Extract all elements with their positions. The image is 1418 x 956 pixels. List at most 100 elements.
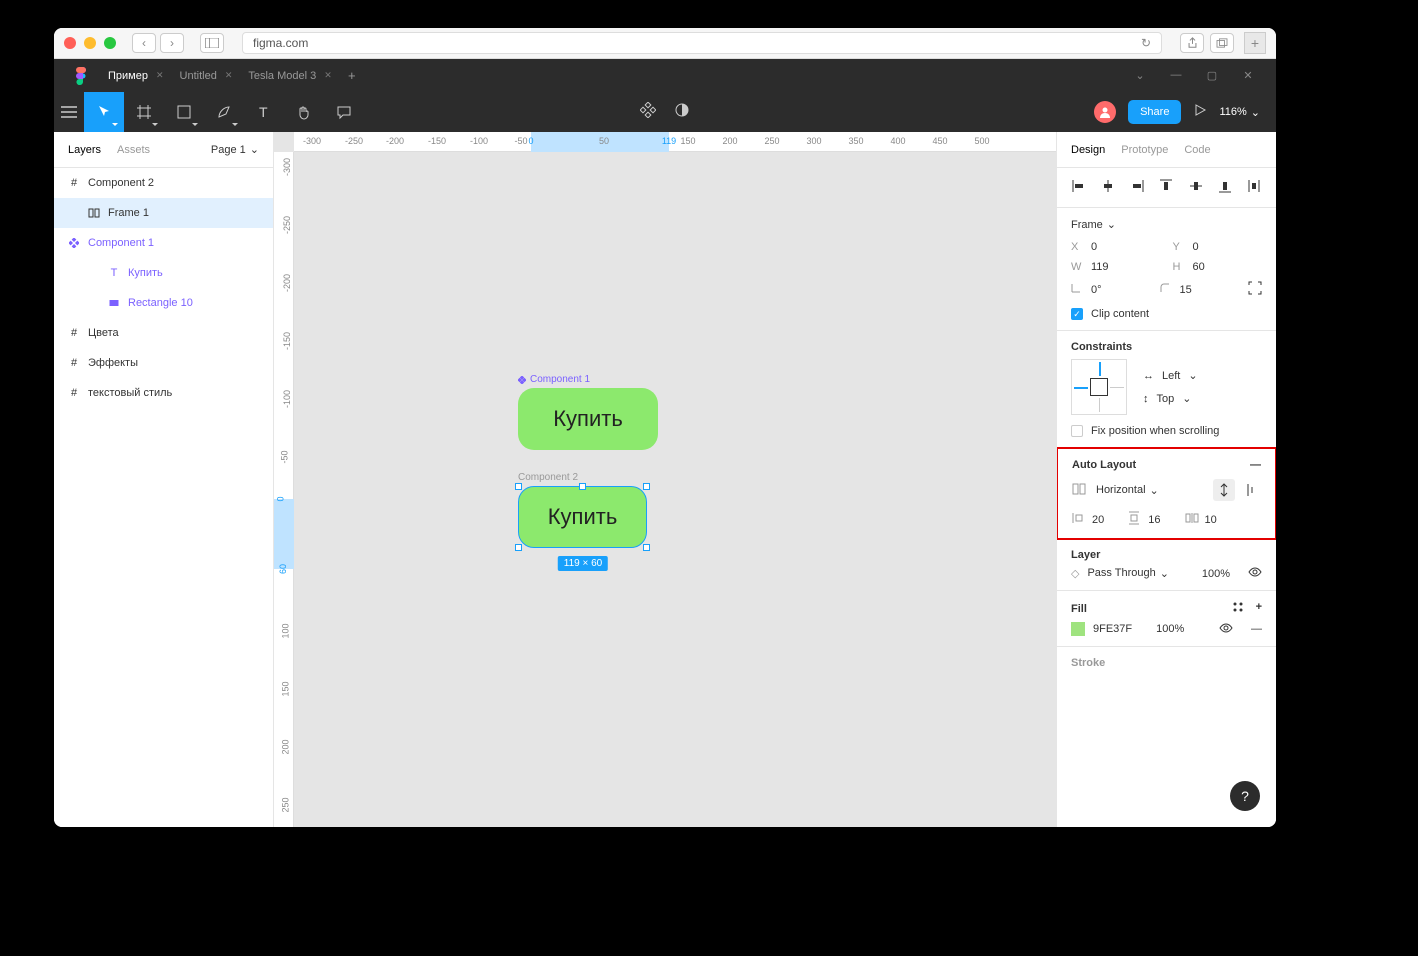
forward-button[interactable]: › xyxy=(160,33,184,53)
canvas-button-1[interactable]: Купить xyxy=(518,388,658,450)
canvas-label-component2[interactable]: Component 2 xyxy=(518,472,578,483)
layer-colors[interactable]: #Цвета xyxy=(54,318,273,348)
h-input[interactable]: 60 xyxy=(1193,261,1205,273)
main-area: Layers Assets Page 1⌄ #Component 2 Frame… xyxy=(54,132,1276,827)
figma-logo-icon[interactable] xyxy=(72,67,90,85)
canvas[interactable]: -300 -250 -200 -150 -100 -50 50 150 200 … xyxy=(274,132,1056,827)
close-icon[interactable]: ✕ xyxy=(156,70,164,81)
canvas-button-2-selected[interactable]: Купить xyxy=(518,486,647,548)
padding-v-input[interactable]: 16 xyxy=(1148,514,1160,526)
arrow-h-icon: ↔ xyxy=(1143,370,1154,382)
reload-icon[interactable]: ↻ xyxy=(1141,36,1151,50)
new-tab-button[interactable]: + xyxy=(1244,32,1266,54)
constraints-widget[interactable] xyxy=(1071,359,1127,415)
radius-input[interactable]: 15 xyxy=(1180,284,1192,296)
add-tab-button[interactable]: + xyxy=(340,59,364,92)
layer-frame1[interactable]: Frame 1 xyxy=(54,198,273,228)
align-bottom-icon[interactable] xyxy=(1217,178,1233,197)
align-hcenter-icon[interactable] xyxy=(1100,178,1116,197)
minimize-window-button[interactable] xyxy=(84,37,96,49)
eye-icon[interactable] xyxy=(1248,567,1262,580)
gap-input[interactable]: 10 xyxy=(1205,514,1217,526)
ruler-vertical: -300 -250 -200 -150 -100 -50 100 150 200… xyxy=(274,152,294,827)
direction-dropdown[interactable]: Horizontal⌄ xyxy=(1096,484,1159,497)
remove-fill-button[interactable]: — xyxy=(1251,623,1262,635)
tab-tesla[interactable]: Tesla Model 3✕ xyxy=(240,59,339,92)
chevron-down-icon: ⌄ xyxy=(250,143,259,156)
present-icon[interactable] xyxy=(1193,103,1207,122)
maximize-icon[interactable]: ▢ xyxy=(1202,69,1222,82)
align-vcenter-icon[interactable] xyxy=(1188,178,1204,197)
move-tool[interactable] xyxy=(84,92,124,132)
tabs-icon[interactable] xyxy=(1210,33,1234,53)
rotation-input[interactable]: 0° xyxy=(1091,284,1102,296)
prototype-tab[interactable]: Prototype xyxy=(1121,144,1168,156)
layer-textstyle[interactable]: #текстовый стиль xyxy=(54,378,273,408)
hand-tool[interactable] xyxy=(284,92,324,132)
address-bar[interactable]: figma.com ↻ xyxy=(242,32,1162,54)
comment-tool[interactable] xyxy=(324,92,364,132)
help-button[interactable]: ? xyxy=(1230,781,1260,811)
add-fill-button[interactable]: + xyxy=(1256,601,1262,616)
layer-effects[interactable]: #Эффекты xyxy=(54,348,273,378)
distribute-icon[interactable] xyxy=(1246,178,1262,197)
opacity-input[interactable]: 100% xyxy=(1202,568,1230,580)
padding-h-input[interactable]: 20 xyxy=(1092,514,1104,526)
frame-tool[interactable] xyxy=(124,92,164,132)
fill-hex-input[interactable]: 9FE37F xyxy=(1093,623,1132,635)
layer-rectangle10[interactable]: Rectangle 10 xyxy=(54,288,273,318)
minimize-icon[interactable]: — xyxy=(1166,69,1186,82)
w-input[interactable]: 119 xyxy=(1091,261,1109,273)
chevron-down-icon: ⌄ xyxy=(1188,369,1197,382)
clip-checkbox[interactable]: ✓ xyxy=(1071,308,1083,320)
pen-tool[interactable] xyxy=(204,92,244,132)
tab-primer[interactable]: Пример✕ xyxy=(100,59,172,92)
page-dropdown[interactable]: Page 1⌄ xyxy=(211,143,259,156)
align-right-icon[interactable] xyxy=(1129,178,1145,197)
sidebar-toggle[interactable] xyxy=(200,33,224,53)
layers-tab[interactable]: Layers xyxy=(68,144,101,156)
zoom-dropdown[interactable]: 116%⌄ xyxy=(1219,106,1260,119)
maximize-window-button[interactable] xyxy=(104,37,116,49)
code-tab[interactable]: Code xyxy=(1184,144,1210,156)
chevron-down-icon[interactable]: ⌄ xyxy=(1130,69,1150,82)
y-input[interactable]: 0 xyxy=(1193,241,1199,253)
shape-tool[interactable] xyxy=(164,92,204,132)
constraint-h-dropdown[interactable]: ↔Left⌄ xyxy=(1143,369,1198,382)
independent-corners-icon[interactable] xyxy=(1248,281,1262,298)
align-top-icon[interactable] xyxy=(1158,178,1174,197)
design-tab[interactable]: Design xyxy=(1071,144,1105,156)
align-left-icon[interactable] xyxy=(1071,178,1087,197)
height-hug-toggle[interactable] xyxy=(1213,479,1235,501)
layer-text-kupit[interactable]: TКупить xyxy=(54,258,273,288)
fill-swatch[interactable] xyxy=(1071,622,1085,636)
styles-icon[interactable] xyxy=(1232,601,1244,616)
fix-position-checkbox[interactable] xyxy=(1071,425,1083,437)
hamburger-menu-icon[interactable] xyxy=(54,92,84,132)
assets-tab[interactable]: Assets xyxy=(117,144,150,156)
share-icon[interactable] xyxy=(1180,33,1204,53)
text-tool[interactable]: T xyxy=(244,92,284,132)
frame-type-dropdown[interactable]: Frame⌄ xyxy=(1071,218,1262,231)
user-avatar[interactable] xyxy=(1094,101,1116,123)
blend-dropdown[interactable]: Pass Through⌄ xyxy=(1087,567,1169,580)
close-icon[interactable]: ✕ xyxy=(324,70,332,81)
layer-component2[interactable]: #Component 2 xyxy=(54,168,273,198)
constraint-v-dropdown[interactable]: ↕Top⌄ xyxy=(1143,392,1198,405)
mask-icon[interactable] xyxy=(674,102,690,123)
eye-icon[interactable] xyxy=(1219,623,1233,636)
close-window-button[interactable] xyxy=(64,37,76,49)
back-button[interactable]: ‹ xyxy=(132,33,156,53)
share-button[interactable]: Share xyxy=(1128,100,1181,124)
width-hug-toggle[interactable] xyxy=(1239,479,1261,501)
tab-untitled[interactable]: Untitled✕ xyxy=(172,59,241,92)
x-input[interactable]: 0 xyxy=(1091,241,1097,253)
canvas-label-component1[interactable]: Component 1 xyxy=(518,374,590,385)
layer-component1[interactable]: Component 1 xyxy=(54,228,273,258)
text-icon: T xyxy=(108,267,120,279)
close-icon[interactable]: ✕ xyxy=(1238,69,1258,82)
remove-autolayout-button[interactable]: — xyxy=(1250,459,1261,471)
close-icon[interactable]: ✕ xyxy=(225,70,233,81)
component-icon[interactable] xyxy=(640,102,656,123)
fill-opacity-input[interactable]: 100% xyxy=(1156,623,1184,635)
